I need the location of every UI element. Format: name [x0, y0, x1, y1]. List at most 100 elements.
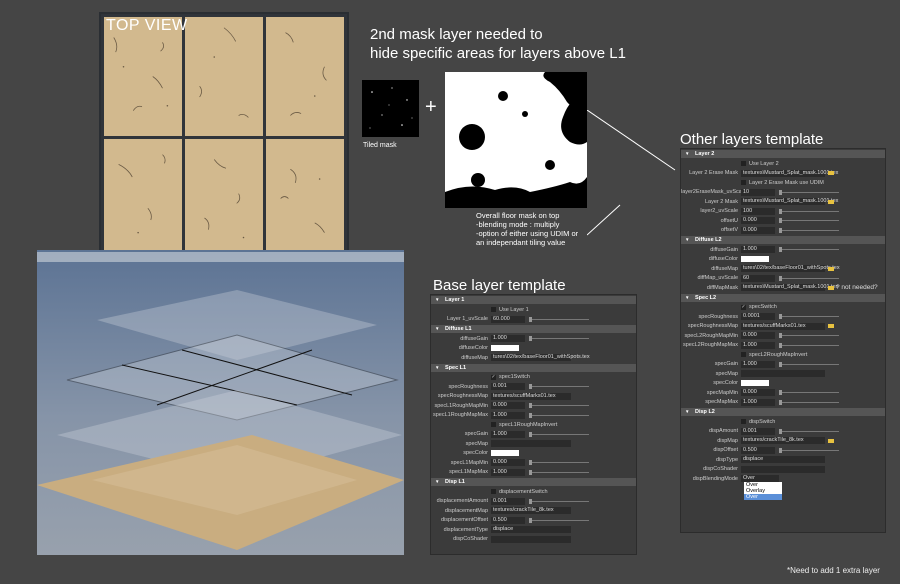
spec-roughness-slider[interactable]	[529, 384, 589, 390]
disp-coshader-label: dispCoShader	[703, 466, 738, 473]
spec-roughness-field[interactable]: 0.0001	[741, 313, 775, 321]
diffuse-color-swatch[interactable]	[741, 256, 769, 263]
disp-blending-mode-label: dispBlendingMode	[692, 475, 738, 482]
spec-gain-field[interactable]: 1.000	[491, 430, 525, 438]
offset-u-slider[interactable]	[779, 218, 839, 224]
section-layer-1[interactable]: Layer 1	[431, 296, 636, 304]
spec-roughness-field[interactable]: 0.001	[491, 383, 525, 391]
spec-map-field[interactable]	[741, 370, 825, 378]
folder-icon[interactable]	[828, 438, 834, 443]
spec-rough-map-min-slider[interactable]	[529, 403, 589, 409]
disp-amount-field[interactable]: 0.001	[741, 427, 775, 435]
layer2-uvscale-slider[interactable]	[779, 208, 839, 214]
layer2-mask-label: Layer 2 Mask	[704, 198, 738, 205]
diffuse-gain-slider[interactable]	[529, 336, 589, 342]
layer2-udim-checkbox[interactable]	[741, 180, 746, 186]
spec-rough-map-max-field[interactable]: 1.000	[491, 411, 525, 419]
spec1-switch-checkbox[interactable]: ✓	[491, 374, 496, 380]
disp-switch-checkbox[interactable]	[741, 419, 746, 425]
mask-heading: 2nd mask layer needed to hide specific a…	[370, 25, 650, 63]
diffuse-color-swatch[interactable]	[491, 345, 519, 352]
disp-amount-slider[interactable]	[779, 428, 839, 434]
section-spec-l2[interactable]: Spec L2	[681, 293, 885, 302]
displacement-type-field[interactable]: displace	[491, 526, 571, 534]
spec-map-min-slider[interactable]	[529, 460, 589, 466]
diffuse-gain-slider[interactable]	[779, 247, 839, 253]
spec-color-swatch[interactable]	[491, 450, 519, 457]
layer1-uvscale-slider[interactable]	[529, 316, 589, 322]
spec-switch-checkbox[interactable]: ✓	[741, 304, 746, 310]
spec-rough-map-min-field[interactable]: 0.000	[741, 332, 775, 340]
section-spec-l1[interactable]: Spec L1	[431, 363, 636, 372]
spec-map-max-field[interactable]: 1.000	[741, 398, 775, 406]
layer2-erase-uvscale-slider[interactable]	[779, 189, 839, 195]
disp-offset-field[interactable]: 0.500	[741, 446, 775, 454]
layer2-uvscale-field[interactable]: 100	[741, 207, 775, 215]
offset-v-field[interactable]: 0.000	[741, 226, 775, 234]
spec-rough-map-min-slider[interactable]	[779, 333, 839, 339]
spec-color-swatch[interactable]	[741, 380, 769, 387]
spec-roughness-map-field[interactable]: textures/scuffMarks01.tex	[491, 392, 571, 400]
folder-icon[interactable]	[828, 171, 834, 176]
diffuse-gain-field[interactable]: 1.000	[741, 246, 775, 254]
layer1-uvscale-field[interactable]: 60.000	[491, 315, 525, 323]
section-diffuse-l1[interactable]: Diffuse L1	[431, 325, 636, 333]
spec-gain-slider[interactable]	[529, 431, 589, 437]
folder-icon[interactable]	[828, 199, 834, 204]
spec-rough-map-max-slider[interactable]	[779, 342, 839, 348]
folder-icon[interactable]	[828, 285, 834, 290]
layered-planes-render	[37, 252, 404, 550]
use-layer-1-checkbox[interactable]	[491, 307, 496, 313]
spec-map-min-slider[interactable]	[779, 390, 839, 396]
layer2-mask-field[interactable]: textures\Mustard_Splat_mask.1001.tex	[741, 198, 838, 206]
spec-map-min-field[interactable]: 0.000	[741, 389, 775, 397]
disp-coshader-field[interactable]	[741, 465, 825, 473]
displacement-amount-slider[interactable]	[529, 498, 589, 504]
spec-map-min-field[interactable]: 0.000	[491, 459, 525, 467]
displacement-amount-label: displacementAmount	[436, 498, 488, 505]
spec-rough-map-max-slider[interactable]	[529, 412, 589, 418]
diffuse-map-field[interactable]: tures\02/tex/baseFloor01_withSpots.tex	[741, 265, 840, 273]
diffuse-gain-label: diffuseGain	[710, 246, 738, 253]
spec-color-label: specColor	[713, 380, 738, 387]
spec-map-field[interactable]	[491, 440, 571, 448]
offset-v-slider[interactable]	[779, 227, 839, 233]
section-diffuse-l2[interactable]: Diffuse L2	[681, 236, 885, 244]
displacement-amount-field[interactable]: 0.001	[491, 497, 525, 505]
viewport-3d[interactable]	[37, 250, 404, 555]
spec-map-max-slider[interactable]	[779, 399, 839, 405]
spec-rough-map-invert-checkbox[interactable]	[491, 422, 496, 428]
spec-map-max-slider[interactable]	[529, 469, 589, 475]
folder-icon[interactable]	[828, 324, 834, 329]
diffmap-uvscale-slider[interactable]	[779, 275, 839, 281]
spec-rough-map-invert-checkbox[interactable]	[741, 352, 746, 358]
folder-icon[interactable]	[828, 266, 834, 271]
diffmap-mask-field[interactable]: textures\Mustard_Splat_mask.1001.tex	[741, 284, 838, 292]
displacement-offset-field[interactable]: 0.500	[491, 516, 525, 524]
use-layer-2-checkbox[interactable]	[741, 161, 746, 167]
disp-type-field[interactable]: displace	[741, 456, 825, 464]
disp-map-field[interactable]: textures/crackTile_8k.tex	[741, 437, 825, 445]
spec-rough-map-max-field[interactable]: 1.000	[741, 341, 775, 349]
disp-offset-slider[interactable]	[779, 447, 839, 453]
layer2-erase-uvscale-field[interactable]: 10	[741, 188, 775, 196]
spec-rough-map-min-field[interactable]: 0.000	[491, 402, 525, 410]
diffuse-map-field[interactable]: tures\02/tex/baseFloor01_withSpots.tex	[491, 354, 590, 362]
offset-u-field[interactable]: 0.000	[741, 217, 775, 225]
section-disp-l2[interactable]: Disp L2	[681, 408, 885, 416]
diffmap-uvscale-field[interactable]: 60	[741, 274, 775, 282]
spec-map-max-field[interactable]: 1.000	[491, 468, 525, 476]
spec-gain-field[interactable]: 1.000	[741, 360, 775, 368]
spec-roughness-map-field[interactable]: textures/scuffMarks01.tex	[741, 322, 825, 330]
diffuse-gain-field[interactable]: 1.000	[491, 335, 525, 343]
spec-roughness-slider[interactable]	[779, 314, 839, 320]
section-disp-l1[interactable]: Disp L1	[431, 478, 636, 486]
disp-coshader-field[interactable]	[491, 535, 571, 543]
blending-option-over-selected[interactable]: Over	[744, 494, 782, 500]
displacement-map-field[interactable]: textures/crackTile_8k.tex	[491, 507, 571, 515]
spec-gain-slider[interactable]	[779, 361, 839, 367]
layer2-erase-mask-field[interactable]: textures\Mustard_Splat_mask.1001.tex	[741, 169, 838, 177]
displacement-offset-slider[interactable]	[529, 517, 589, 523]
section-layer-2[interactable]: Layer 2	[681, 150, 885, 158]
displacement-switch-checkbox[interactable]	[491, 489, 496, 495]
